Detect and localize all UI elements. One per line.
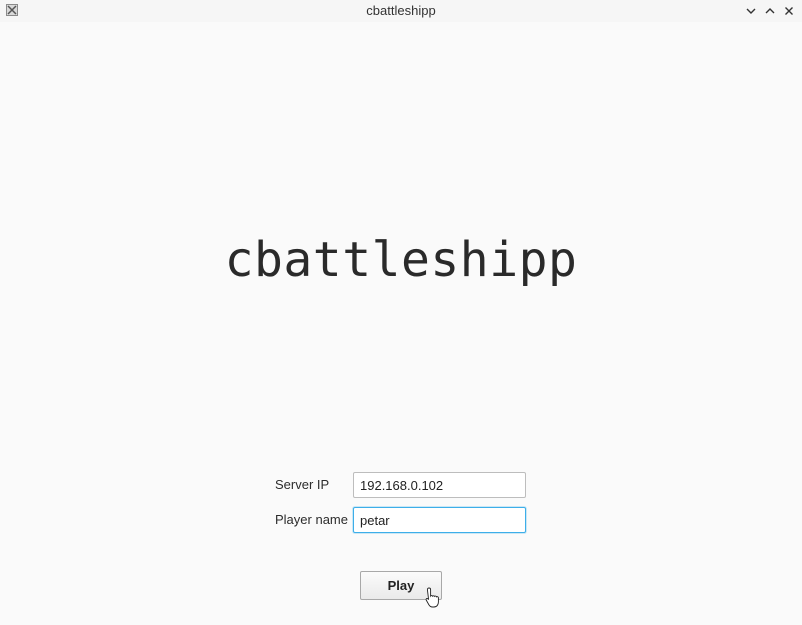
close-button[interactable]: [781, 3, 797, 19]
play-button[interactable]: Play: [360, 571, 442, 600]
window-title: cbattleshipp: [366, 3, 436, 18]
app-window: cbattleshipp cbattleshipp Server IP Play…: [0, 0, 802, 625]
game-logo-title: cbattleshipp: [224, 232, 578, 288]
server-ip-input[interactable]: [353, 472, 526, 498]
chevron-up-icon: [765, 8, 775, 14]
close-icon: [785, 7, 793, 15]
server-ip-label: Server IP: [275, 477, 330, 492]
minimize-button[interactable]: [743, 3, 759, 19]
title-bar[interactable]: cbattleshipp: [0, 0, 802, 22]
chevron-down-icon: [746, 8, 756, 14]
player-name-input[interactable]: [353, 507, 526, 533]
maximize-button[interactable]: [762, 3, 778, 19]
player-name-label: Player name: [275, 512, 348, 527]
